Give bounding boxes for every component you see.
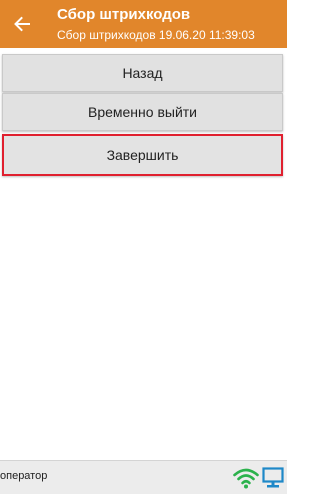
monitor-icon — [262, 467, 284, 488]
back-button[interactable]: Назад — [2, 54, 283, 92]
finish-button[interactable]: Завершить — [2, 134, 283, 176]
app-bar: Сбор штрихкодов Сбор штрихкодов 19.06.20… — [0, 0, 287, 48]
page-title: Сбор штрихкодов — [57, 6, 191, 23]
status-bar: оператор — [0, 460, 287, 494]
document-subtitle: Сбор штрихкодов 19.06.20 11:39:03 — [57, 28, 255, 42]
temporary-exit-button[interactable]: Временно выйти — [2, 93, 283, 131]
wifi-icon — [233, 468, 259, 489]
arrow-left-icon — [14, 16, 30, 32]
back-arrow-button[interactable] — [8, 10, 36, 38]
user-label: оператор — [0, 470, 48, 482]
